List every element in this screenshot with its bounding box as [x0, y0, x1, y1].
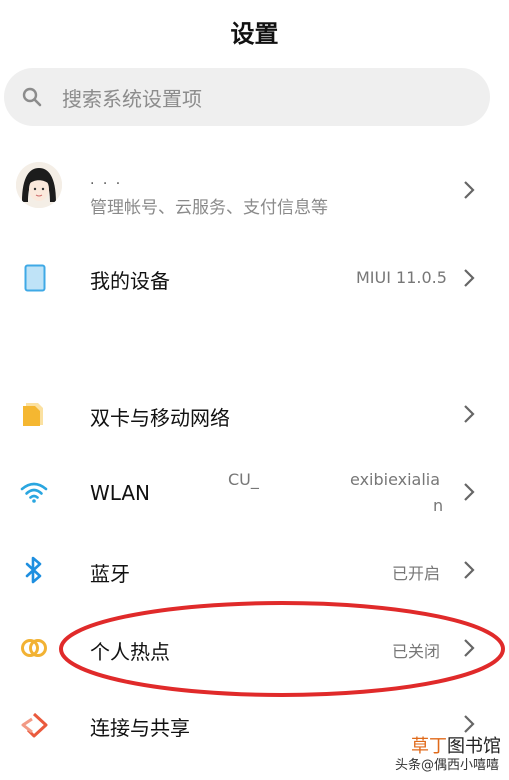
- chevron-right-icon: [464, 181, 475, 199]
- chevron-right-icon: [464, 269, 475, 287]
- hotspot-row[interactable]: 个人热点 已关闭: [0, 610, 509, 688]
- wlan-ssid-prefix: CU_: [228, 470, 259, 489]
- chevron-right-icon: [464, 405, 475, 423]
- sim-card-icon: [23, 403, 43, 426]
- chevron-right-icon: [464, 561, 475, 579]
- connection-share-icon: [21, 712, 48, 738]
- wifi-icon: [20, 482, 48, 503]
- chevron-right-icon: [464, 483, 475, 501]
- search-bar[interactable]: 搜索系统设置项: [4, 68, 490, 126]
- wlan-label: WLAN: [90, 481, 151, 505]
- page-title: 设置: [230, 20, 279, 48]
- wlan-row[interactable]: WLAN CU_ exibiexialia n: [0, 454, 509, 532]
- bluetooth-label: 蓝牙: [90, 562, 130, 586]
- search-icon: [22, 87, 42, 107]
- account-row[interactable]: · · · 管理帐号、云服务、支付信息等: [0, 150, 509, 230]
- bluetooth-icon: [25, 556, 42, 584]
- search-placeholder: 搜索系统设置项: [62, 87, 202, 111]
- hotspot-status: 已关闭: [392, 642, 441, 661]
- account-name: · · ·: [90, 176, 123, 192]
- wlan-ssid-line1: exibiexialia: [350, 470, 441, 489]
- connection-share-label: 连接与共享: [90, 716, 190, 740]
- section-divider: [0, 314, 509, 376]
- wlan-ssid-line2: n: [433, 496, 444, 515]
- miui-version: MIUI 11.0.5: [356, 268, 447, 287]
- my-device-row[interactable]: 我的设备 MIUI 11.0.5: [0, 240, 509, 316]
- bluetooth-row[interactable]: 蓝牙 已开启: [0, 532, 509, 610]
- hotspot-icon: [21, 639, 47, 657]
- hotspot-label: 个人热点: [90, 640, 170, 664]
- device-icon: [24, 264, 46, 292]
- my-device-label: 我的设备: [90, 269, 170, 293]
- dual-sim-row[interactable]: 双卡与移动网络: [0, 376, 509, 454]
- bluetooth-status: 已开启: [392, 564, 441, 583]
- avatar: [16, 162, 62, 208]
- account-subtitle: 管理帐号、云服务、支付信息等: [90, 198, 328, 218]
- dual-sim-label: 双卡与移动网络: [90, 406, 230, 430]
- chevron-right-icon: [464, 639, 475, 657]
- watermark-sub: 头条@偶西小嘻嘻: [394, 758, 499, 773]
